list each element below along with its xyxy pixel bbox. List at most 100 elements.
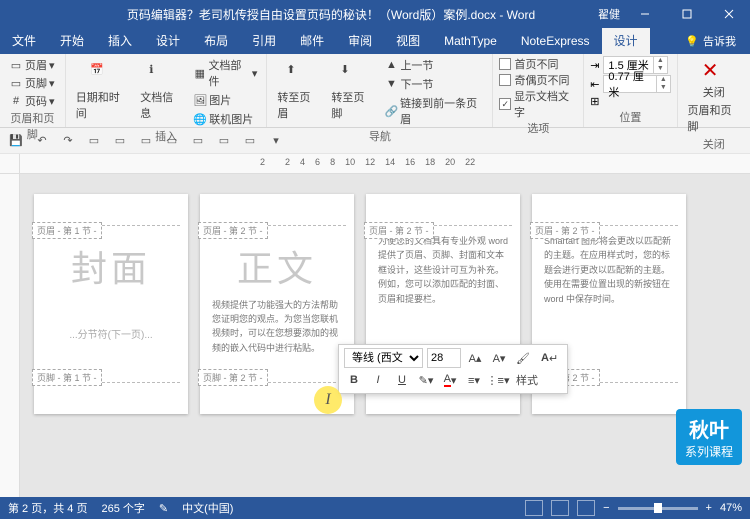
close-x-icon: ✕ (702, 58, 726, 82)
tab-context-design[interactable]: 设计 (602, 28, 650, 54)
cursor-highlight-icon: I (314, 386, 342, 414)
maximize-button[interactable] (670, 0, 704, 28)
workspace: 页眉 - 第 1 节 - 封面 ...分节符(下一页)... 页脚 - 第 1 … (0, 174, 750, 497)
document-canvas[interactable]: 页眉 - 第 1 节 - 封面 ...分节符(下一页)... 页脚 - 第 1 … (20, 174, 750, 497)
tell-me[interactable]: 💡 告诉我 (671, 33, 750, 49)
tab-mailings[interactable]: 邮件 (288, 28, 336, 54)
page-thumb-2[interactable]: 页眉 - 第 2 节 - 正文 视频提供了功能强大的方法帮助您证明您的观点。为您… (200, 194, 354, 414)
zoom-in-button[interactable]: + (706, 502, 712, 514)
tab-layout[interactable]: 布局 (192, 28, 240, 54)
prev-section-button[interactable]: ▲上一节 (381, 56, 486, 74)
account-name[interactable]: 翟健 (598, 6, 620, 22)
globe-icon: 🌐 (193, 112, 207, 126)
tab-home[interactable]: 开始 (48, 28, 96, 54)
page-title: 正文 (212, 240, 342, 298)
watermark-brand: 秋叶 (689, 414, 729, 443)
qat-button[interactable]: ▭ (110, 131, 130, 151)
qat-button[interactable]: ▭ (214, 131, 234, 151)
docinfo-button[interactable]: ℹ文档信息 (136, 61, 186, 123)
status-page[interactable]: 第 2 页，共 4 页 (8, 500, 87, 516)
hash-icon: # (9, 94, 23, 108)
up-arrow-icon: ▲ (384, 58, 398, 72)
pagenum-button[interactable]: #页码 ▾ (6, 92, 59, 110)
qat-button[interactable]: ▭ (188, 131, 208, 151)
qat-more-button[interactable]: ▾ (266, 131, 286, 151)
footer-bottom-spinner[interactable]: 0.77 厘米▲▼ (603, 75, 670, 93)
spellcheck-icon[interactable]: ✎ (159, 502, 168, 515)
qat-button[interactable]: ▭ (136, 131, 156, 151)
tab-icon: ⊞ (590, 95, 599, 108)
status-words[interactable]: 265 个字 (101, 500, 144, 516)
tab-references[interactable]: 引用 (240, 28, 288, 54)
zoom-out-button[interactable]: − (603, 502, 609, 514)
bold-button[interactable]: B (344, 370, 364, 390)
minimize-button[interactable] (628, 0, 662, 28)
font-color-button[interactable]: A▾ (440, 370, 460, 390)
header-tag: 页眉 - 第 2 节 - (198, 222, 268, 239)
picture-button[interactable]: 🖼图片 (190, 91, 260, 109)
show-doc-checkbox[interactable]: ✓显示文档文字 (499, 88, 577, 120)
fontsize-input[interactable] (427, 348, 461, 368)
save-button[interactable]: 💾 (6, 131, 26, 151)
goto-footer-button[interactable]: ⬇转至页脚 (327, 61, 377, 123)
tab-design[interactable]: 设计 (144, 28, 192, 54)
header-button[interactable]: ▭页眉 ▾ (6, 56, 59, 74)
diff-odd-checkbox[interactable]: 奇偶页不同 (499, 72, 577, 88)
styles-button[interactable]: A↵ (537, 348, 562, 368)
close-button[interactable] (712, 0, 746, 28)
underline-button[interactable]: U (392, 370, 412, 390)
close-hf-button[interactable]: ✕ 关闭 页眉和页脚 (684, 56, 744, 136)
page-title: 封面 (46, 240, 176, 298)
next-section-button[interactable]: ▼下一节 (381, 75, 486, 93)
format-painter-button[interactable]: 🖌 (513, 348, 533, 368)
italic-button[interactable]: I (368, 370, 388, 390)
font-select[interactable]: 等线 (西文 (344, 348, 423, 368)
goto-header-button[interactable]: ⬆转至页眉 (273, 61, 323, 123)
shrink-font-button[interactable]: A▾ (489, 348, 509, 368)
tab-view[interactable]: 视图 (384, 28, 432, 54)
tab-mathtype[interactable]: MathType (432, 28, 509, 54)
numbering-button[interactable]: ⋮≡▾ (488, 370, 508, 390)
view-read-button[interactable] (525, 500, 543, 516)
footer-button[interactable]: ▭页脚 ▾ (6, 74, 59, 92)
diff-first-checkbox[interactable]: 首页不同 (499, 56, 577, 72)
header-tag: 页眉 - 第 2 节 - (530, 222, 600, 239)
qat-button[interactable]: ▭ (162, 131, 182, 151)
parts-button[interactable]: ▦文档部件 ▾ (190, 56, 260, 90)
tab-review[interactable]: 审阅 (336, 28, 384, 54)
ruler-vertical[interactable] (0, 174, 20, 497)
info-icon: ℹ (149, 63, 173, 87)
down-icon: ⬇ (340, 63, 364, 87)
zoom-slider[interactable] (618, 507, 698, 510)
tab-insert[interactable]: 插入 (96, 28, 144, 54)
ruler-horizontal[interactable]: 2246810121416182022 (0, 154, 750, 174)
view-print-button[interactable] (551, 500, 569, 516)
tab-noteexpress[interactable]: NoteExpress (509, 28, 602, 54)
group-options: 首页不同 奇偶页不同 ✓显示文档文字 选项 (493, 54, 584, 127)
status-language[interactable]: 中文(中国) (182, 500, 233, 516)
undo-button[interactable]: ↶ (32, 131, 52, 151)
datetime-button[interactable]: 📅日期和时间 (72, 61, 132, 123)
qat-button[interactable]: ▭ (84, 131, 104, 151)
ribbon: ▭页眉 ▾ ▭页脚 ▾ #页码 ▾ 页眉和页脚 📅日期和时间 ℹ文档信息 ▦文档… (0, 54, 750, 128)
qat-button[interactable]: ▭ (240, 131, 260, 151)
bullets-button[interactable]: ≡▾ (464, 370, 484, 390)
section-break: ...分节符(下一页)... (46, 328, 176, 344)
styles-label[interactable]: 样式 (512, 370, 542, 390)
footer-icon: ▭ (9, 76, 23, 90)
redo-button[interactable]: ↷ (58, 131, 78, 151)
window-title: 页码编辑器？老司机传授自由设置页码的秘诀！（Word版）案例.docx - Wo… (64, 6, 598, 23)
tab-file[interactable]: 文件 (0, 28, 48, 54)
group-header-footer: ▭页眉 ▾ ▭页脚 ▾ #页码 ▾ 页眉和页脚 (0, 54, 66, 127)
highlight-button[interactable]: ✎▾ (416, 370, 436, 390)
calendar-icon: 📅 (90, 63, 114, 87)
zoom-level[interactable]: 47% (720, 502, 742, 514)
online-picture-button[interactable]: 🌐联机图片 (190, 110, 260, 128)
link-previous-button[interactable]: 🔗链接到前一条页眉 (381, 94, 486, 128)
picture-icon: 🖼 (193, 93, 207, 107)
group-label: 选项 (499, 120, 577, 136)
view-web-button[interactable] (577, 500, 595, 516)
grow-font-button[interactable]: A▴ (465, 348, 485, 368)
page-thumb-1[interactable]: 页眉 - 第 1 节 - 封面 ...分节符(下一页)... 页脚 - 第 1 … (34, 194, 188, 414)
ruler-corner (0, 154, 20, 173)
